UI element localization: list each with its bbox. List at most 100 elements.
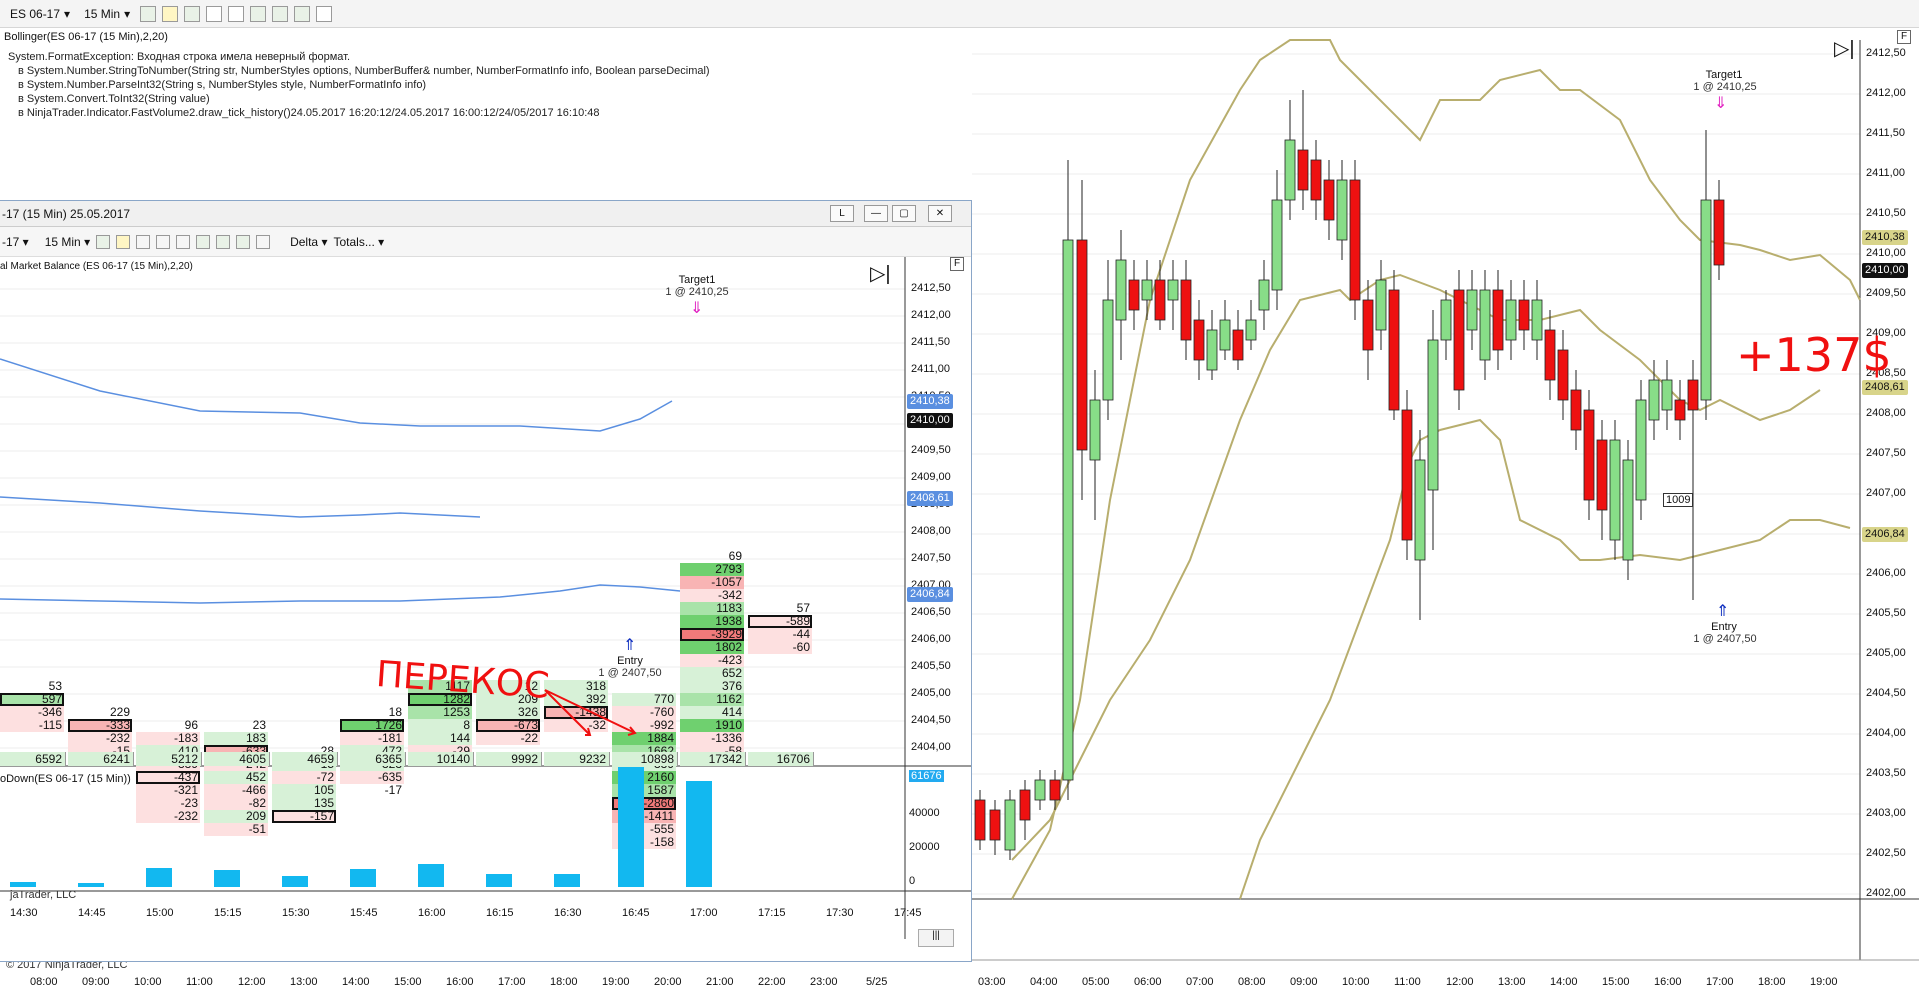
footprint-cell: -157 — [272, 810, 336, 823]
time-axis-label: 17:45 — [894, 907, 922, 919]
price-axis-label: 2404,50 — [1866, 687, 1906, 699]
updown-axis-label: 20000 — [909, 841, 940, 853]
time-axis-label: 15:45 — [350, 907, 378, 919]
updown-bar — [78, 883, 104, 887]
price-axis-label: 2409,50 — [911, 444, 951, 456]
price-axis-label: 2405,50 — [911, 660, 951, 672]
updown-axis-label: 61676 — [909, 770, 944, 782]
time-axis-label: 15:00 — [394, 976, 422, 988]
price-axis-label: 2410,00 — [1866, 247, 1906, 259]
time-axis-label: 14:30 — [10, 907, 38, 919]
entry-arrow-icon: ⇑ — [623, 637, 637, 654]
totals-cell: 4659 — [272, 752, 338, 766]
f-button[interactable]: F — [1897, 30, 1911, 44]
footprint-cell: -60 — [748, 641, 812, 654]
price-tag: 2410,00 — [1862, 263, 1908, 278]
price-axis-label: 2404,00 — [1866, 727, 1906, 739]
time-axis-label: 15:30 — [282, 907, 310, 919]
time-axis-label: 15:00 — [146, 907, 174, 919]
play-icon[interactable]: ▷| — [1834, 36, 1855, 61]
price-axis-label: 2409,00 — [911, 471, 951, 483]
target-price: 1 @ 2410,25 — [665, 286, 729, 298]
time-axis-label: 18:00 — [1758, 976, 1786, 988]
totals-cell: 10898 — [612, 752, 678, 766]
totals-cell: 9232 — [544, 752, 610, 766]
entry-price: 1 @ 2407,50 — [1693, 633, 1757, 645]
time-axis-label: 13:00 — [290, 976, 318, 988]
totals-cell: 10140 — [408, 752, 474, 766]
updown-axis-label: 0 — [909, 875, 916, 887]
entry-label: Entry — [1711, 621, 1737, 633]
totals-cell: 9992 — [476, 752, 542, 766]
footprint-cell: -51 — [204, 823, 268, 836]
price-axis-label: 2412,50 — [911, 282, 951, 294]
price-axis-label: 2412,50 — [1866, 47, 1906, 59]
time-axis-label: 03:00 — [978, 976, 1006, 988]
price-tag: 2406,84 — [907, 587, 953, 602]
updown-bar — [554, 873, 580, 887]
price-axis-label: 2402,50 — [1866, 847, 1906, 859]
orderflow-window[interactable]: -17 (15 Min) 25.05.2017 L — ▢ ✕ -17 ▾ 15… — [0, 200, 972, 962]
time-axis-label: 06:00 — [1134, 976, 1162, 988]
price-axis-label: 2412,00 — [1866, 87, 1906, 99]
updown-label: oDown(ES 06-17 (15 Min)) — [0, 773, 131, 785]
footprint-cell: -22 — [476, 732, 540, 745]
price-axis-label: 2412,00 — [911, 309, 951, 321]
time-axis-label: 17:30 — [826, 907, 854, 919]
time-axis-label: 22:00 — [758, 976, 786, 988]
time-axis-label: 14:45 — [78, 907, 106, 919]
updown-bar — [146, 867, 172, 887]
time-axis-label: 17:15 — [758, 907, 786, 919]
time-axis-label: 16:15 — [486, 907, 514, 919]
price-axis-label: 2404,00 — [911, 741, 951, 753]
time-axis-label: 16:00 — [418, 907, 446, 919]
footprint-cell: -32 — [544, 719, 608, 732]
updown-bar — [10, 882, 36, 887]
scrollbar-thumb[interactable]: ||| — [918, 929, 954, 947]
target-label: Target1 — [1705, 69, 1743, 81]
target-label: Target1 — [678, 274, 716, 286]
time-axis-label: 08:00 — [30, 976, 58, 988]
price-axis-label: 2405,00 — [1866, 647, 1906, 659]
time-axis-label: 13:00 — [1498, 976, 1526, 988]
price-axis-label: 2408,00 — [911, 525, 951, 537]
time-axis-label: 07:00 — [1186, 976, 1214, 988]
price-tag: 2410,00 — [907, 413, 953, 428]
target-arrow-icon: ⇓ — [690, 300, 704, 317]
time-axis-label: 19:00 — [602, 976, 630, 988]
price-axis-label: 2407,50 — [1866, 447, 1906, 459]
totals-cell: 5212 — [136, 752, 202, 766]
price-axis-label: 2405,50 — [1866, 607, 1906, 619]
price-axis-label: 2409,50 — [1866, 287, 1906, 299]
time-axis-label: 12:00 — [238, 976, 266, 988]
price-axis-label: 2411,50 — [1866, 127, 1905, 139]
updown-bar — [418, 864, 444, 887]
time-axis-label: 09:00 — [1290, 976, 1318, 988]
time-axis-label: 23:00 — [810, 976, 838, 988]
price-axis-label: 2407,00 — [1866, 487, 1906, 499]
time-axis-label: 04:00 — [1030, 976, 1058, 988]
entry-arrow-icon: ⇑ — [1716, 603, 1730, 620]
window-copyright: jaTrader, LLC — [10, 889, 77, 901]
time-axis-label: 05:00 — [1082, 976, 1110, 988]
price-axis-label: 2410,50 — [1866, 207, 1906, 219]
updown-bar — [618, 767, 644, 887]
time-axis-label: 20:00 — [654, 976, 682, 988]
time-axis-label: 10:00 — [1342, 976, 1370, 988]
totals-cell: 6365 — [340, 752, 406, 766]
price-axis-label: 2405,00 — [911, 687, 951, 699]
updown-bar — [282, 876, 308, 887]
price-axis-label: 2411,50 — [911, 336, 950, 348]
price-axis-label: 2403,50 — [1866, 767, 1906, 779]
footprint-cell: -115 — [0, 719, 64, 732]
entry-price: 1 @ 2407,50 — [598, 667, 662, 679]
orderflow-chart[interactable] — [0, 201, 972, 962]
time-axis-label: 21:00 — [706, 976, 734, 988]
time-axis-label: 18:00 — [550, 976, 578, 988]
price-axis-label: 2408,00 — [1866, 407, 1906, 419]
time-axis-label: 16:45 — [622, 907, 650, 919]
price-axis-label: 2406,00 — [911, 633, 951, 645]
price-axis-label: 2406,00 — [1866, 567, 1906, 579]
time-axis-label: 17:00 — [498, 976, 526, 988]
updown-bar — [686, 781, 712, 887]
